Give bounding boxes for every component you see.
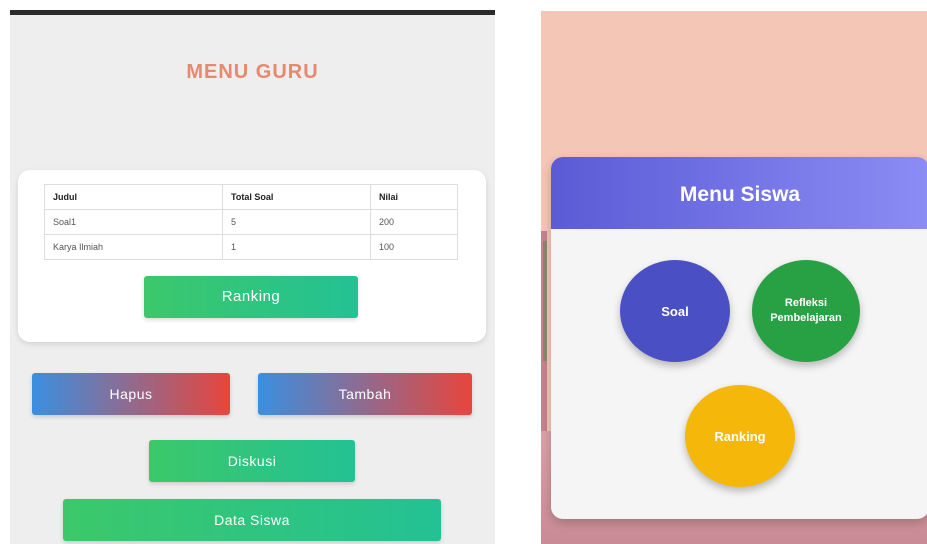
table-row[interactable]: Soal1 5 200: [44, 209, 458, 235]
column-header-total-soal: Total Soal: [222, 184, 371, 210]
soal-table-card: Judul Total Soal Nilai Soal1 5 200 Karya…: [18, 170, 486, 342]
cell-nilai: 100: [370, 234, 458, 260]
refleksi-pembelajaran-button[interactable]: Refleksi Pembelajaran: [752, 260, 860, 362]
table-row[interactable]: Karya Ilmiah 1 100: [44, 234, 458, 260]
menu-siswa-screen: Menu Siswa Soal Refleksi Pembelajaran Ra…: [541, 11, 927, 544]
tambah-button[interactable]: Tambah: [258, 373, 472, 415]
cell-judul: Karya Ilmiah: [44, 234, 223, 260]
ranking-siswa-button[interactable]: Ranking: [685, 385, 795, 487]
column-header-nilai: Nilai: [370, 184, 458, 210]
page-title: MENU GURU: [186, 61, 319, 83]
soal-label: Soal: [661, 303, 689, 319]
cell-total-soal: 5: [222, 209, 371, 235]
refleksi-label: Refleksi Pembelajaran: [770, 297, 842, 324]
menu-guru-screen: MENU GURU Judul Total Soal Nilai Soal1 5…: [10, 10, 495, 544]
cell-judul: Soal1: [44, 209, 223, 235]
card-title: Menu Siswa: [679, 183, 801, 206]
column-header-judul: Judul: [44, 184, 223, 210]
soal-table: Judul Total Soal Nilai Soal1 5 200 Karya…: [44, 184, 458, 260]
table-header-row: Judul Total Soal Nilai: [44, 184, 458, 210]
soal-button[interactable]: Soal: [620, 260, 730, 362]
ranking-button[interactable]: Ranking: [144, 276, 358, 318]
background-leaf: [543, 241, 547, 361]
screenshot-stage: MENU GURU Judul Total Soal Nilai Soal1 5…: [0, 0, 927, 544]
menu-siswa-card: Menu Siswa Soal Refleksi Pembelajaran Ra…: [551, 157, 927, 519]
hapus-button[interactable]: Hapus: [32, 373, 230, 415]
card-header: Menu Siswa: [551, 157, 927, 229]
data-siswa-button[interactable]: Data Siswa: [63, 499, 441, 541]
cell-total-soal: 1: [222, 234, 371, 260]
cell-nilai: 200: [370, 209, 458, 235]
diskusi-button[interactable]: Diskusi: [149, 440, 355, 482]
ranking-label: Ranking: [714, 428, 766, 444]
